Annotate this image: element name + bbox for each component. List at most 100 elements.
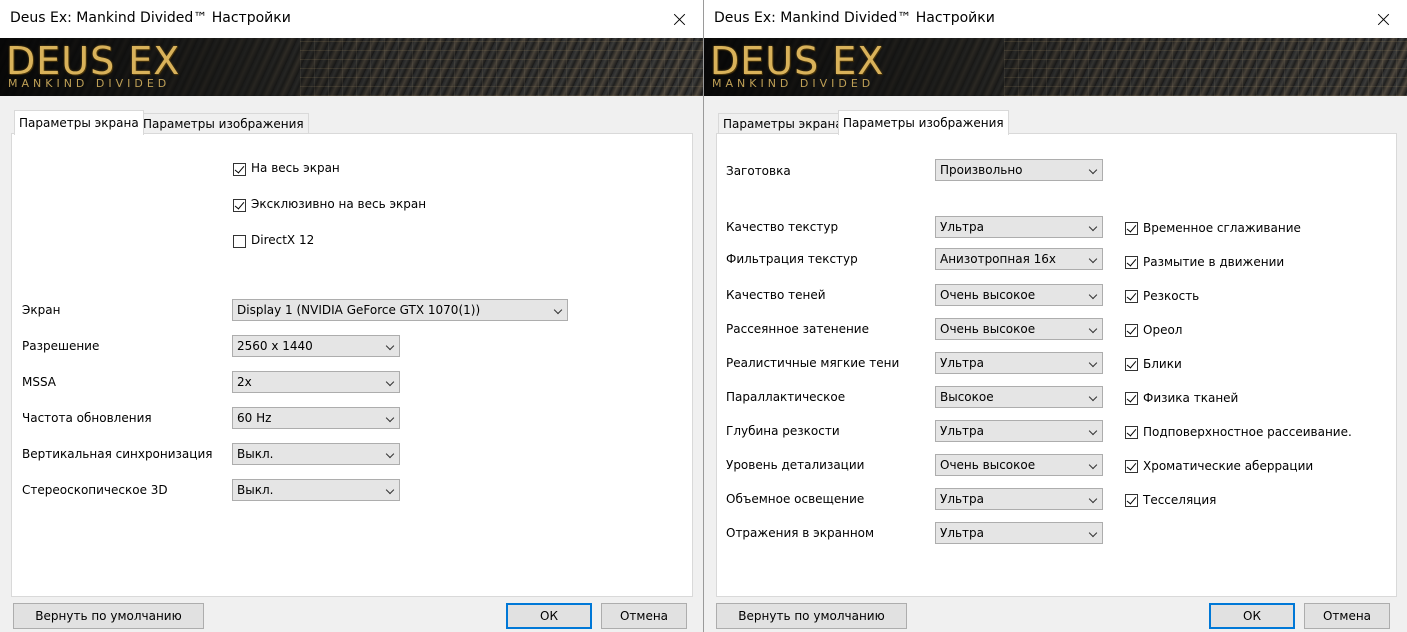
tessellation-checkbox[interactable] — [1125, 494, 1138, 507]
fullscreen-checkbox[interactable] — [233, 163, 246, 176]
setting-label-texture-filtering: Фильтрация текстур — [726, 252, 858, 266]
tab-display-settings[interactable]: Параметры экрана — [718, 113, 848, 135]
subsurface-scattering-label: Подповерхностное рассеивание. — [1143, 425, 1352, 439]
texture-filtering-dropdown[interactable]: Анизотропная 16x — [935, 248, 1103, 270]
game-logo-subtitle: MANKIND DIVIDED — [8, 77, 171, 90]
tab-image-settings[interactable]: Параметры изображения — [138, 113, 309, 135]
resolution-value: 2560 x 1440 — [237, 339, 313, 353]
close-icon[interactable] — [657, 0, 703, 38]
cancel-button[interactable]: Отмена — [1304, 603, 1390, 629]
game-banner: DEUS EX MANKIND DIVIDED — [704, 38, 1407, 96]
setting-label-depth-of-field: Глубина резкости — [726, 424, 840, 438]
ok-button[interactable]: ОК — [506, 603, 592, 629]
chevron-down-icon — [1088, 460, 1098, 470]
parallax-dropdown[interactable]: Высокое — [935, 386, 1103, 408]
setting-label-volumetric-lighting: Объемное освещение — [726, 492, 865, 506]
cloth-physics-checkbox[interactable] — [1125, 392, 1138, 405]
setting-label-shadow-quality: Качество теней — [726, 288, 826, 302]
preset-dropdown[interactable]: Произвольно — [935, 159, 1103, 181]
texture-quality-dropdown[interactable]: Ультра — [935, 216, 1103, 238]
sharpen-checkbox[interactable] — [1125, 290, 1138, 303]
texture-quality-value: Ультра — [940, 220, 985, 234]
reset-defaults-button[interactable]: Вернуть по умолчанию — [716, 603, 907, 629]
preset-value: Произвольно — [940, 163, 1023, 177]
directx12-label: DirectX 12 — [251, 233, 315, 247]
window-title: Deus Ex: Mankind Divided™ Настройки — [10, 10, 291, 26]
chevron-down-icon — [553, 305, 563, 315]
setting-label-msaa: MSSA — [22, 375, 57, 389]
setting-label-screen: Экран — [22, 303, 61, 317]
banner-texture — [1004, 38, 1407, 96]
lens-flares-checkbox[interactable] — [1125, 358, 1138, 371]
close-icon[interactable] — [1361, 0, 1407, 38]
chevron-down-icon — [385, 377, 395, 387]
msaa-dropdown[interactable]: 2x — [232, 371, 400, 393]
screen-value: Display 1 (NVIDIA GeForce GTX 1070(1)) — [237, 303, 481, 317]
exclusive-fullscreen-checkbox[interactable] — [233, 199, 246, 212]
setting-label-level-of-detail: Уровень детализации — [726, 458, 865, 472]
setting-label-ambient-occlusion: Рассеянное затенение — [726, 322, 869, 336]
tab-image-settings[interactable]: Параметры изображения — [838, 110, 1009, 135]
tab-panel: Заготовка Произвольно Качество текстур У… — [716, 133, 1397, 597]
chevron-down-icon — [1088, 528, 1098, 538]
game-banner: DEUS EX MANKIND DIVIDED — [0, 38, 703, 96]
refresh-rate-dropdown[interactable]: 60 Hz — [232, 407, 400, 429]
screen-dropdown[interactable]: Display 1 (NVIDIA GeForce GTX 1070(1)) — [232, 299, 568, 321]
cancel-button[interactable]: Отмена — [601, 603, 687, 629]
soft-shadows-value: Ультра — [940, 356, 985, 370]
chevron-down-icon — [1088, 254, 1098, 264]
reset-defaults-button[interactable]: Вернуть по умолчанию — [13, 603, 204, 629]
sharpen-label: Резкость — [1143, 289, 1200, 303]
tab-display-settings[interactable]: Параметры экрана — [14, 110, 144, 135]
level-of-detail-dropdown[interactable]: Очень высокое — [935, 454, 1103, 476]
directx12-checkbox[interactable] — [233, 235, 246, 248]
subsurface-scattering-checkbox[interactable] — [1125, 426, 1138, 439]
settings-window-image: Deus Ex: Mankind Divided™ Настройки DEUS… — [704, 0, 1407, 632]
vsync-dropdown[interactable]: Выкл. — [232, 443, 400, 465]
exclusive-fullscreen-label: Эксклюзивно на весь экран — [251, 197, 427, 211]
chevron-down-icon — [1088, 494, 1098, 504]
chevron-down-icon — [385, 449, 395, 459]
title-bar: Deus Ex: Mankind Divided™ Настройки — [704, 0, 1407, 38]
lens-flares-label: Блики — [1143, 357, 1182, 371]
motion-blur-checkbox[interactable] — [1125, 256, 1138, 269]
setting-label-stereo-3d: Стереоскопическое 3D — [22, 483, 168, 497]
banner-texture — [300, 38, 703, 96]
chevron-down-icon — [385, 413, 395, 423]
chromatic-aberration-label: Хроматические аберрации — [1143, 459, 1314, 473]
screen-space-reflections-dropdown[interactable]: Ультра — [935, 522, 1103, 544]
resolution-dropdown[interactable]: 2560 x 1440 — [232, 335, 400, 357]
setting-label-resolution: Разрешение — [22, 339, 100, 353]
temporal-aa-label: Временное сглаживание — [1143, 221, 1301, 235]
parallax-value: Высокое — [940, 390, 994, 404]
bloom-checkbox[interactable] — [1125, 324, 1138, 337]
screen-space-reflections-value: Ультра — [940, 526, 985, 540]
depth-of-field-dropdown[interactable]: Ультра — [935, 420, 1103, 442]
cloth-physics-label: Физика тканей — [1143, 391, 1239, 405]
shadow-quality-dropdown[interactable]: Очень высокое — [935, 284, 1103, 306]
depth-of-field-value: Ультра — [940, 424, 985, 438]
chevron-down-icon — [385, 341, 395, 351]
chevron-down-icon — [385, 485, 395, 495]
texture-filtering-value: Анизотропная 16x — [940, 252, 1056, 266]
shadow-quality-value: Очень высокое — [940, 288, 1036, 302]
title-bar: Deus Ex: Mankind Divided™ Настройки — [0, 0, 703, 38]
ambient-occlusion-dropdown[interactable]: Очень высокое — [935, 318, 1103, 340]
setting-label-parallax: Параллактическое — [726, 390, 846, 404]
chromatic-aberration-checkbox[interactable] — [1125, 460, 1138, 473]
fullscreen-label: На весь экран — [251, 161, 340, 175]
chevron-down-icon — [1088, 165, 1098, 175]
chevron-down-icon — [1088, 426, 1098, 436]
stereo-3d-dropdown[interactable]: Выкл. — [232, 479, 400, 501]
motion-blur-label: Размытие в движении — [1143, 255, 1285, 269]
stereo-3d-value: Выкл. — [237, 483, 274, 497]
refresh-rate-value: 60 Hz — [237, 411, 272, 425]
ambient-occlusion-value: Очень высокое — [940, 322, 1036, 336]
temporal-aa-checkbox[interactable] — [1125, 222, 1138, 235]
soft-shadows-dropdown[interactable]: Ультра — [935, 352, 1103, 374]
settings-window-display: Deus Ex: Mankind Divided™ Настройки DEUS… — [0, 0, 704, 632]
level-of-detail-value: Очень высокое — [940, 458, 1036, 472]
ok-button[interactable]: ОК — [1209, 603, 1295, 629]
chevron-down-icon — [1088, 324, 1098, 334]
volumetric-lighting-dropdown[interactable]: Ультра — [935, 488, 1103, 510]
